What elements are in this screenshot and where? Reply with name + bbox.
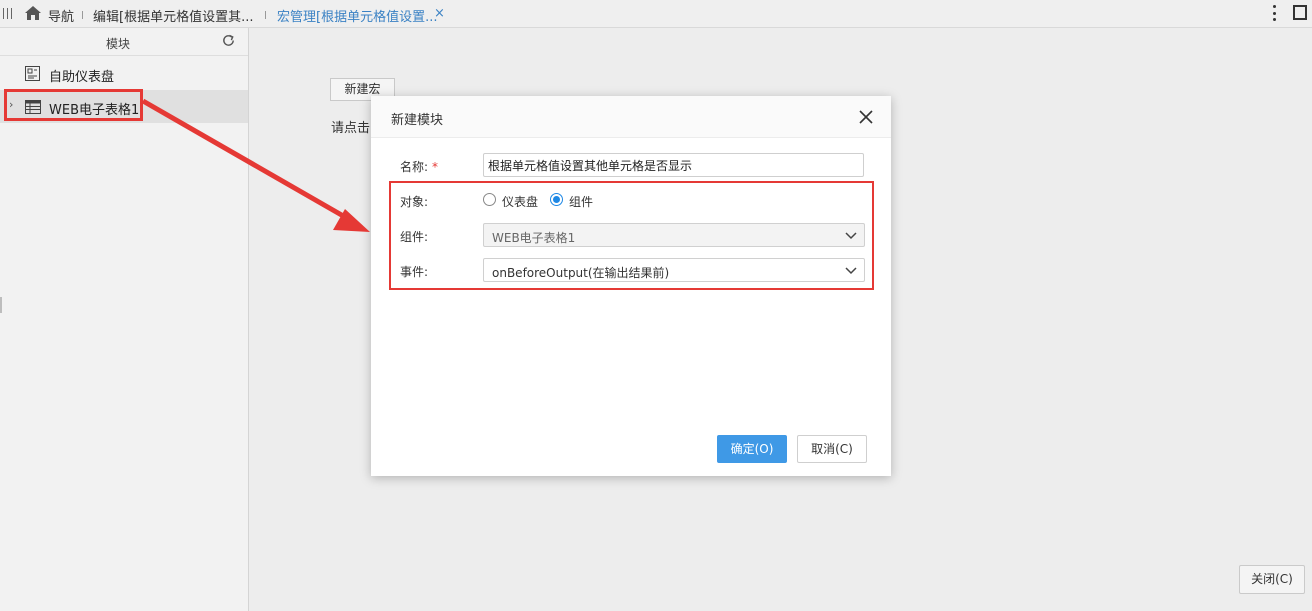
tab-nav[interactable]: 导航 (48, 6, 74, 25)
annotation-highlight-box (4, 89, 143, 121)
required-mark: * (432, 160, 439, 174)
sidebar-item-label: 自助仪表盘 (49, 70, 115, 85)
tab-edit[interactable]: 编辑[根据单元格值设置其... (93, 6, 253, 25)
dashboard-icon (25, 66, 40, 81)
sidebar-title: 模块 (106, 37, 131, 51)
sidebar-resize-handle[interactable] (0, 297, 2, 313)
cancel-button[interactable]: 取消(C) (797, 435, 867, 463)
name-label: 名称: * (400, 160, 439, 174)
sidebar-item-dashboard[interactable]: 自助仪表盘 (0, 57, 248, 90)
tab-separator (82, 11, 83, 19)
sidebar-header: 模块 (0, 28, 248, 56)
menu-handle-icon[interactable] (3, 8, 12, 19)
close-icon[interactable] (859, 110, 873, 124)
dialog-title: 新建模块 (391, 113, 444, 128)
top-tab-bar: 导航 编辑[根据单元格值设置其... 宏管理[根据单元格值设置... × (0, 0, 1312, 28)
module-name-input[interactable] (483, 153, 864, 177)
new-module-dialog: 新建模块 名称:* 对象: 仪表盘 组件 组件: WEB电子表格1 事件: on… (371, 96, 891, 476)
tab-close-icon[interactable]: × (434, 6, 445, 21)
dialog-header: 新建模块 (371, 96, 891, 138)
home-icon[interactable] (24, 4, 42, 22)
refresh-icon[interactable] (221, 33, 236, 48)
more-options-icon[interactable] (1273, 5, 1276, 21)
tab-macro-manager[interactable]: 宏管理[根据单元格值设置... (277, 6, 437, 25)
hint-text: 请点击 (331, 121, 371, 136)
maximize-icon[interactable] (1293, 5, 1307, 20)
annotation-highlight-box (389, 181, 874, 290)
ok-button[interactable]: 确定(O) (717, 435, 787, 463)
close-button[interactable]: 关闭(C) (1239, 565, 1305, 594)
tab-separator (265, 11, 266, 19)
